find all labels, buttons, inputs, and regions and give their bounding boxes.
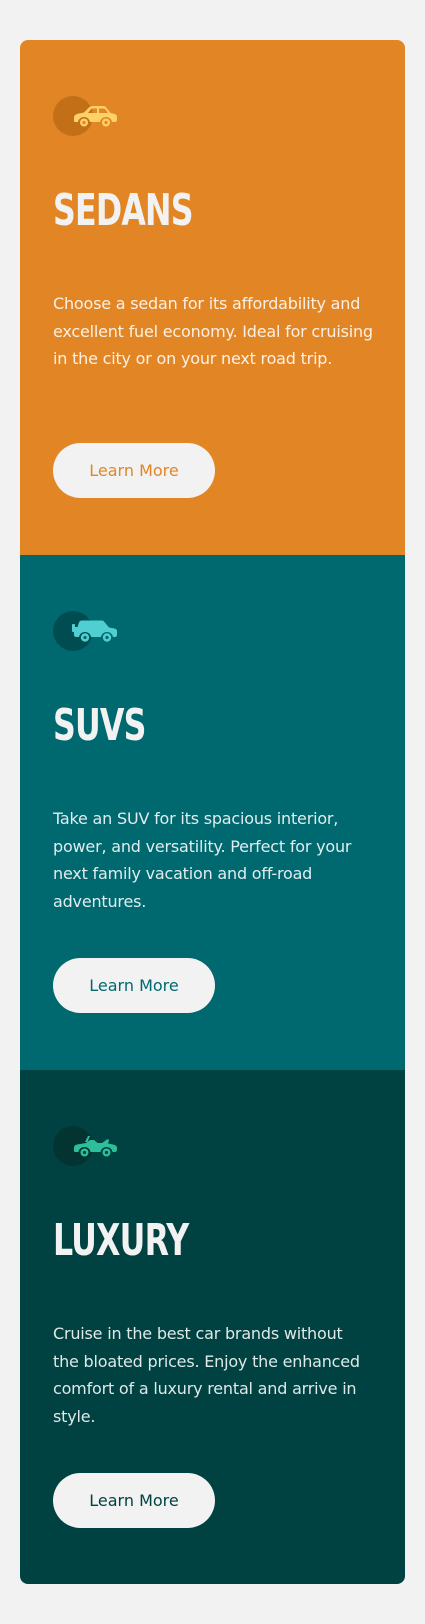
sedan-car-icon — [53, 96, 117, 136]
luxury-car-icon — [53, 1126, 117, 1166]
suv-car-glyph — [72, 620, 117, 642]
luxury-car-glyph — [74, 1136, 117, 1157]
card-description: Choose a sedan for its affordability and… — [53, 294, 373, 368]
learn-more-button[interactable]: Learn More — [53, 443, 215, 498]
suv-car-icon — [53, 611, 117, 651]
sedan-car-glyph — [74, 106, 117, 127]
card-suvs: SUVS Take an SUV for its spacious interi… — [20, 555, 405, 1070]
card-title: LUXURY — [53, 1215, 189, 1266]
learn-more-button[interactable]: Learn More — [53, 1473, 215, 1528]
car-category-cards: SEDANS Choose a sedan for its affordabil… — [20, 40, 405, 1584]
card-title: SUVS — [53, 700, 146, 751]
card-title: SEDANS — [53, 185, 194, 236]
card-description: Cruise in the best car brands without th… — [53, 1324, 360, 1426]
card-sedans: SEDANS Choose a sedan for its affordabil… — [20, 40, 405, 555]
card-luxury: LUXURY Cruise in the best car brands wit… — [20, 1070, 405, 1584]
card-description: Take an SUV for its spacious interior, p… — [53, 809, 352, 911]
learn-more-button[interactable]: Learn More — [53, 958, 215, 1013]
